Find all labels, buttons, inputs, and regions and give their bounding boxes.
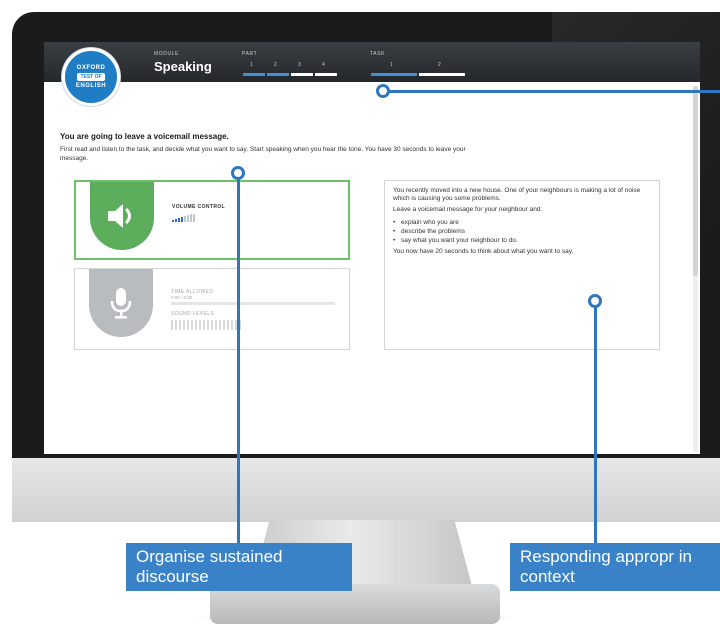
- task-footer: You now have 20 seconds to think about w…: [393, 247, 574, 255]
- part-step[interactable]: 4: [314, 62, 338, 76]
- sound-bar: [187, 320, 189, 330]
- sound-bar: [227, 320, 229, 330]
- sound-bar: [179, 320, 181, 330]
- part-step-number: 4: [322, 62, 325, 68]
- part-caption: PART: [242, 51, 258, 57]
- task-prompt: Leave a voicemail message for your neigh…: [393, 206, 543, 214]
- part-step-bar: [267, 73, 289, 76]
- task-step-number: 1: [390, 62, 393, 68]
- volume-panel[interactable]: VOLUME CONTROL: [74, 180, 350, 260]
- part-step-bar: [291, 73, 313, 76]
- sound-bar: [183, 320, 185, 330]
- volume-bar: [193, 214, 195, 222]
- volume-bar: [175, 219, 177, 222]
- sound-bar: [211, 320, 213, 330]
- task-step[interactable]: 1: [370, 62, 418, 76]
- sound-bar: [191, 320, 193, 330]
- callout-line-left: [237, 174, 240, 546]
- sound-bar: [223, 320, 225, 330]
- monitor-chin: [12, 458, 720, 522]
- logo-text-bottom: ENGLISH: [75, 83, 107, 89]
- volume-bar: [190, 214, 192, 222]
- part-progress: 1 2 3 4: [242, 62, 338, 76]
- task-step[interactable]: 2: [418, 62, 466, 76]
- sound-bar: [215, 320, 217, 330]
- app-screen: MODULE Speaking PART 1 2 3 4 TASK 1 2 OX…: [44, 42, 700, 454]
- task-step-number: 2: [438, 62, 441, 68]
- time-allowed-value: 0:00 / 0:30: [171, 295, 193, 300]
- task-caption: TASK: [370, 51, 386, 57]
- logo-text-middle: TEST OF: [77, 73, 105, 81]
- task-progress: 1 2: [370, 62, 466, 76]
- part-step-bar: [315, 73, 337, 76]
- part-step-bar: [243, 73, 265, 76]
- volume-bar: [187, 215, 189, 222]
- oxford-test-logo: OXFORD TEST OF ENGLISH: [62, 48, 120, 106]
- volume-control-label: VOLUME CONTROL: [172, 204, 226, 210]
- task-text: You recently moved into a new house. One…: [393, 187, 655, 259]
- task-step-bar: [371, 73, 417, 76]
- task-bullet: describe the problems: [393, 227, 655, 236]
- task-intro: You recently moved into a new house. One…: [393, 187, 641, 203]
- module-caption: MODULE: [154, 51, 179, 57]
- instructions-title: You are going to leave a voicemail messa…: [60, 132, 229, 141]
- task-bullet: say what you want your neighbour to do.: [393, 236, 655, 245]
- time-progress-bar: [171, 302, 335, 305]
- callout-responding-context: Responding appropr in context: [510, 543, 720, 591]
- volume-bar: [172, 220, 174, 222]
- task-bullet: explain who you are: [393, 218, 655, 227]
- microphone-icon: [110, 288, 132, 319]
- volume-level-meter[interactable]: [172, 214, 195, 222]
- sound-bar: [219, 320, 221, 330]
- sound-bar: [175, 320, 177, 330]
- recording-panel: TIME ALLOWED 0:00 / 0:30 SOUND LEVELS: [74, 268, 350, 350]
- callout-dot-right: [588, 294, 602, 308]
- volume-bar: [184, 216, 186, 222]
- part-step-number: 3: [298, 62, 301, 68]
- sound-bar: [171, 320, 173, 330]
- microphone-tile: [89, 269, 153, 337]
- volume-bar: [178, 218, 180, 222]
- part-step-number: 1: [250, 62, 253, 68]
- sound-bar: [203, 320, 205, 330]
- sound-levels-meter: [171, 320, 241, 330]
- part-step[interactable]: 2: [266, 62, 290, 76]
- task-bullet-list: explain who you are describe the problem…: [393, 218, 655, 245]
- callout-organise-discourse: Organise sustained discourse: [126, 543, 352, 591]
- callout-dot-header: [376, 84, 390, 98]
- sound-bar: [207, 320, 209, 330]
- logo-text-top: OXFORD: [76, 65, 106, 71]
- task-panel: You recently moved into a new house. One…: [384, 180, 660, 350]
- callout-dot-left: [231, 166, 245, 180]
- instructions-body: First read and listen to the task, and d…: [60, 146, 466, 162]
- task-step-bar: [419, 73, 465, 76]
- sound-bar: [199, 320, 201, 330]
- callout-line-header: [386, 90, 720, 93]
- part-step[interactable]: 1: [242, 62, 266, 76]
- header-bar: MODULE Speaking PART 1 2 3 4 TASK 1 2: [44, 42, 700, 82]
- speaker-icon: [108, 204, 131, 228]
- callout-line-right: [594, 303, 597, 546]
- part-step-number: 2: [274, 62, 277, 68]
- sound-bar: [231, 320, 233, 330]
- marketing-illustration: MODULE Speaking PART 1 2 3 4 TASK 1 2 OX…: [0, 0, 720, 624]
- volume-bar: [181, 217, 183, 222]
- sound-levels-label: SOUND LEVELS: [171, 311, 215, 317]
- sound-bar: [195, 320, 197, 330]
- scrollbar-thumb[interactable]: [693, 86, 698, 276]
- speaker-tile[interactable]: [90, 182, 154, 250]
- module-title: Speaking: [154, 59, 212, 74]
- part-step[interactable]: 3: [290, 62, 314, 76]
